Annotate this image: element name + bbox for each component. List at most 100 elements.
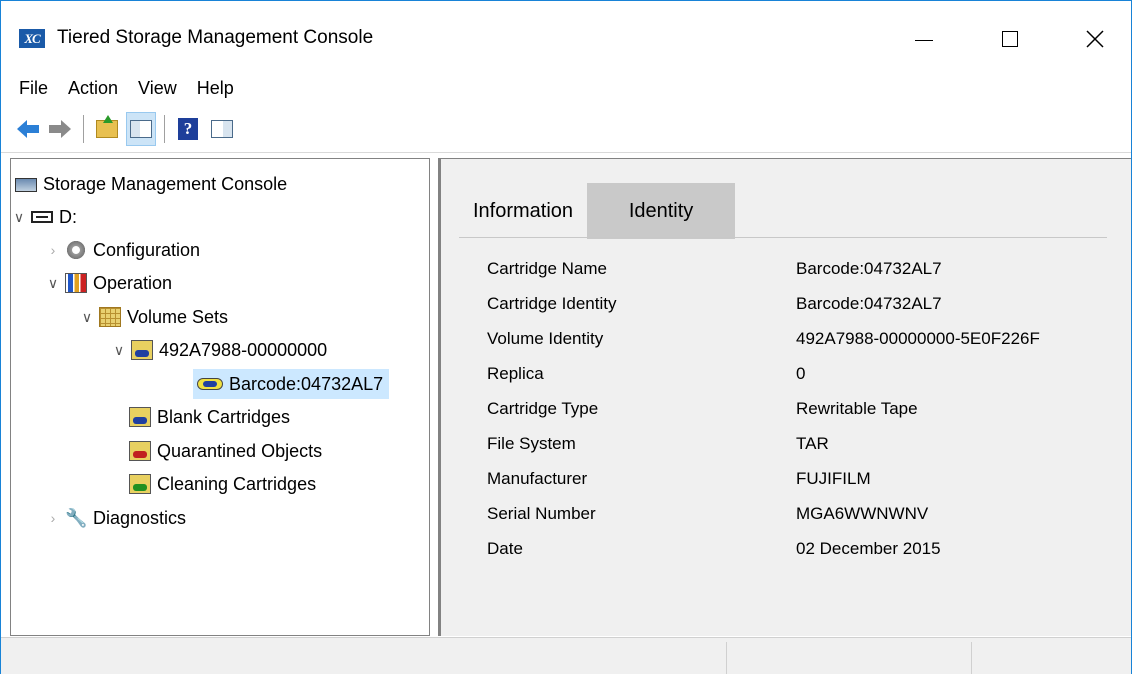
property-label: Serial Number: [487, 503, 596, 523]
property-row: File System TAR: [487, 426, 1040, 461]
property-label: Replica: [487, 363, 544, 383]
tab-information[interactable]: Information: [459, 183, 588, 239]
tree-item-label: Diagnostics: [93, 507, 187, 528]
property-row: Volume Identity 492A7988-00000000-5E0F22…: [487, 321, 1040, 356]
show-hide-action-pane-button[interactable]: [207, 112, 237, 146]
property-row: Cartridge Name Barcode:04732AL7: [487, 251, 1040, 286]
tree-item-configuration[interactable]: › Configuration: [45, 235, 200, 265]
console-tree[interactable]: Storage Management Console ∨ D: › Config…: [10, 158, 430, 636]
status-bar: [1, 637, 1131, 674]
tree-item-blank-cartridges[interactable]: Blank Cartridges: [125, 402, 290, 432]
property-label: Manufacturer: [487, 468, 588, 488]
gear-icon: [65, 240, 87, 260]
tab-underline: [459, 237, 1107, 238]
quarantine-cartridge-icon: [129, 441, 151, 461]
property-label: Date: [487, 538, 523, 558]
tree-item-label: Storage Management Console: [43, 173, 288, 194]
wrench-icon: 🔧: [65, 508, 88, 528]
toolbar-separator: [83, 115, 84, 143]
maximize-button[interactable]: [980, 11, 1040, 67]
tree-item-label: D:: [59, 206, 77, 227]
tree-item-label: Operation: [93, 272, 173, 293]
back-button[interactable]: [11, 112, 41, 146]
property-label: Volume Identity: [487, 328, 604, 348]
chevron-down-icon[interactable]: ∨: [111, 342, 127, 359]
status-separator: [726, 642, 727, 674]
tab-identity[interactable]: Identity: [587, 183, 736, 239]
menu-view[interactable]: View: [128, 74, 187, 103]
tree-item-volume-sets[interactable]: ∨ Volume Sets: [79, 302, 228, 332]
chevron-right-icon[interactable]: ›: [45, 510, 61, 526]
property-row: Replica 0: [487, 356, 1040, 391]
chevron-down-icon[interactable]: ∨: [79, 309, 95, 326]
menu-action[interactable]: Action: [58, 74, 128, 103]
title-bar[interactable]: XC Tiered Storage Management Console: [1, 1, 1131, 69]
property-row: Cartridge Identity Barcode:04732AL7: [487, 286, 1040, 321]
app-icon[interactable]: XC: [19, 29, 45, 48]
property-value: Barcode:04732AL7: [796, 293, 942, 313]
tree-item-quarantined-objects[interactable]: Quarantined Objects: [125, 436, 322, 466]
toolbar-divider: [1, 152, 1131, 153]
tree-item-operation[interactable]: ∨ Operation: [45, 268, 172, 298]
volume-sets-icon: [99, 307, 121, 327]
maximize-icon: [1002, 31, 1018, 47]
details-pane: Information Identity Cartridge Name Barc…: [438, 158, 1131, 636]
computer-console-icon: [15, 178, 37, 192]
close-icon: [1086, 30, 1104, 48]
drive-icon: [31, 211, 53, 223]
bar-chart-icon: [65, 273, 87, 293]
tree-item-drive[interactable]: ∨ D:: [11, 202, 77, 232]
tree-item-root[interactable]: Storage Management Console: [11, 169, 287, 199]
tree-item-barcode[interactable]: Barcode:04732AL7: [193, 369, 390, 399]
back-arrow-icon: [17, 120, 39, 138]
tree-item-cleaning-cartridges[interactable]: Cleaning Cartridges: [125, 469, 316, 499]
forward-arrow-icon: [49, 120, 71, 138]
action-pane-icon: [211, 120, 233, 138]
tree-item-label: 492A7988-00000000: [159, 339, 328, 360]
tree-item-label: Volume Sets: [127, 306, 229, 327]
tab-strip: Information Identity: [459, 183, 736, 239]
property-row: Cartridge Type Rewritable Tape: [487, 391, 1040, 426]
toolbar: ?: [1, 107, 1131, 151]
help-button[interactable]: ?: [173, 112, 203, 146]
property-label: Cartridge Name: [487, 258, 607, 278]
console-tree-icon: [130, 120, 152, 138]
folder-up-icon: [96, 115, 118, 138]
tree-item-volume-set[interactable]: ∨ 492A7988-00000000: [111, 335, 327, 365]
status-separator: [971, 642, 972, 674]
cleaning-cartridge-icon: [129, 474, 151, 494]
menu-help[interactable]: Help: [187, 74, 244, 103]
property-value: Rewritable Tape: [796, 398, 918, 418]
property-row: Manufacturer FUJIFILM: [487, 461, 1040, 496]
minimize-button[interactable]: [894, 11, 954, 67]
menu-bar: File Action View Help: [1, 69, 1131, 107]
chevron-down-icon[interactable]: ∨: [45, 275, 61, 292]
menu-file[interactable]: File: [9, 74, 58, 103]
property-value: FUJIFILM: [796, 468, 871, 488]
property-label: File System: [487, 433, 576, 453]
property-value: Barcode:04732AL7: [796, 258, 942, 278]
window-title: Tiered Storage Management Console: [57, 27, 374, 48]
forward-button[interactable]: [45, 112, 75, 146]
show-hide-tree-button[interactable]: [126, 112, 156, 146]
tree-item-diagnostics[interactable]: › 🔧 Diagnostics: [45, 503, 186, 533]
chevron-right-icon[interactable]: ›: [45, 242, 61, 258]
property-value: 02 December 2015: [796, 538, 941, 558]
tape-icon: [197, 378, 223, 390]
chevron-down-icon[interactable]: ∨: [11, 209, 27, 226]
main-window: XC Tiered Storage Management Console Fil…: [0, 0, 1132, 674]
cartridge-icon: [129, 407, 151, 427]
help-icon: ?: [178, 118, 198, 140]
properties-list: Cartridge Name Barcode:04732AL7 Cartridg…: [487, 251, 1040, 566]
close-button[interactable]: [1065, 11, 1125, 67]
tree-item-label: Cleaning Cartridges: [157, 473, 317, 494]
cartridge-icon: [131, 340, 153, 360]
property-row: Serial Number MGA6WWNWNV: [487, 496, 1040, 531]
tree-item-label: Barcode:04732AL7: [229, 373, 384, 394]
toolbar-separator: [164, 115, 165, 143]
property-value: MGA6WWNWNV: [796, 503, 929, 523]
up-one-level-button[interactable]: [92, 112, 122, 146]
tree-item-label: Blank Cartridges: [157, 406, 291, 427]
tree-item-label: Configuration: [93, 239, 201, 260]
property-value: TAR: [796, 433, 829, 453]
